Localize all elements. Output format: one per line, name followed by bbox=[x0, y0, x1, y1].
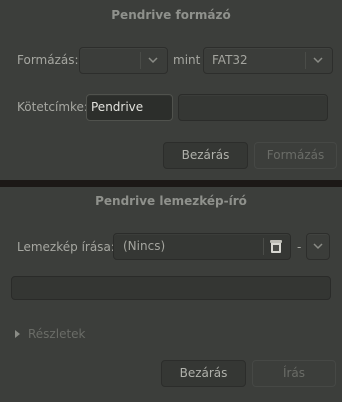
volume-extra-field[interactable] bbox=[178, 94, 328, 121]
volume-name-input[interactable]: Pendrive bbox=[86, 94, 173, 121]
close-button[interactable]: Bezárás bbox=[163, 142, 248, 169]
target-device-combo[interactable] bbox=[306, 233, 330, 260]
mint-label: mint bbox=[173, 53, 201, 67]
details-label: Részletek bbox=[28, 327, 86, 341]
volume-label: Kötetcímke: bbox=[17, 100, 88, 114]
volume-name-value: Pendrive bbox=[91, 100, 144, 114]
formatter-title: Pendrive formázó bbox=[111, 8, 231, 22]
chevron-down-icon bbox=[148, 57, 158, 64]
filesystem-combo[interactable]: FAT32 bbox=[203, 47, 333, 74]
filesystem-combo-value: FAT32 bbox=[212, 53, 248, 67]
formatter-dialog: Pendrive formázó Formázás: mint FAT32 Kö… bbox=[0, 0, 342, 180]
image-label: Lemezkép írása: bbox=[17, 240, 115, 254]
device-combo[interactable] bbox=[79, 47, 168, 74]
write-button[interactable]: Írás bbox=[252, 360, 336, 387]
image-writer-title: Pendrive lemezkép-író bbox=[95, 194, 247, 208]
image-writer-dialog: Pendrive lemezkép-író Lemezkép írása: (N… bbox=[0, 187, 342, 402]
format-button[interactable]: Formázás bbox=[254, 142, 337, 169]
format-label: Formázás: bbox=[17, 53, 79, 67]
image-file-chooser[interactable]: (Nincs) bbox=[113, 233, 291, 260]
file-icon bbox=[270, 240, 282, 253]
chevron-down-icon bbox=[313, 57, 323, 64]
image-file-value: (Nincs) bbox=[123, 239, 166, 253]
progress-bar bbox=[11, 276, 331, 300]
chevron-down-icon bbox=[313, 243, 323, 250]
close-button[interactable]: Bezárás bbox=[161, 360, 246, 387]
to-separator: - bbox=[297, 240, 302, 254]
expander-arrow-icon bbox=[15, 330, 20, 338]
